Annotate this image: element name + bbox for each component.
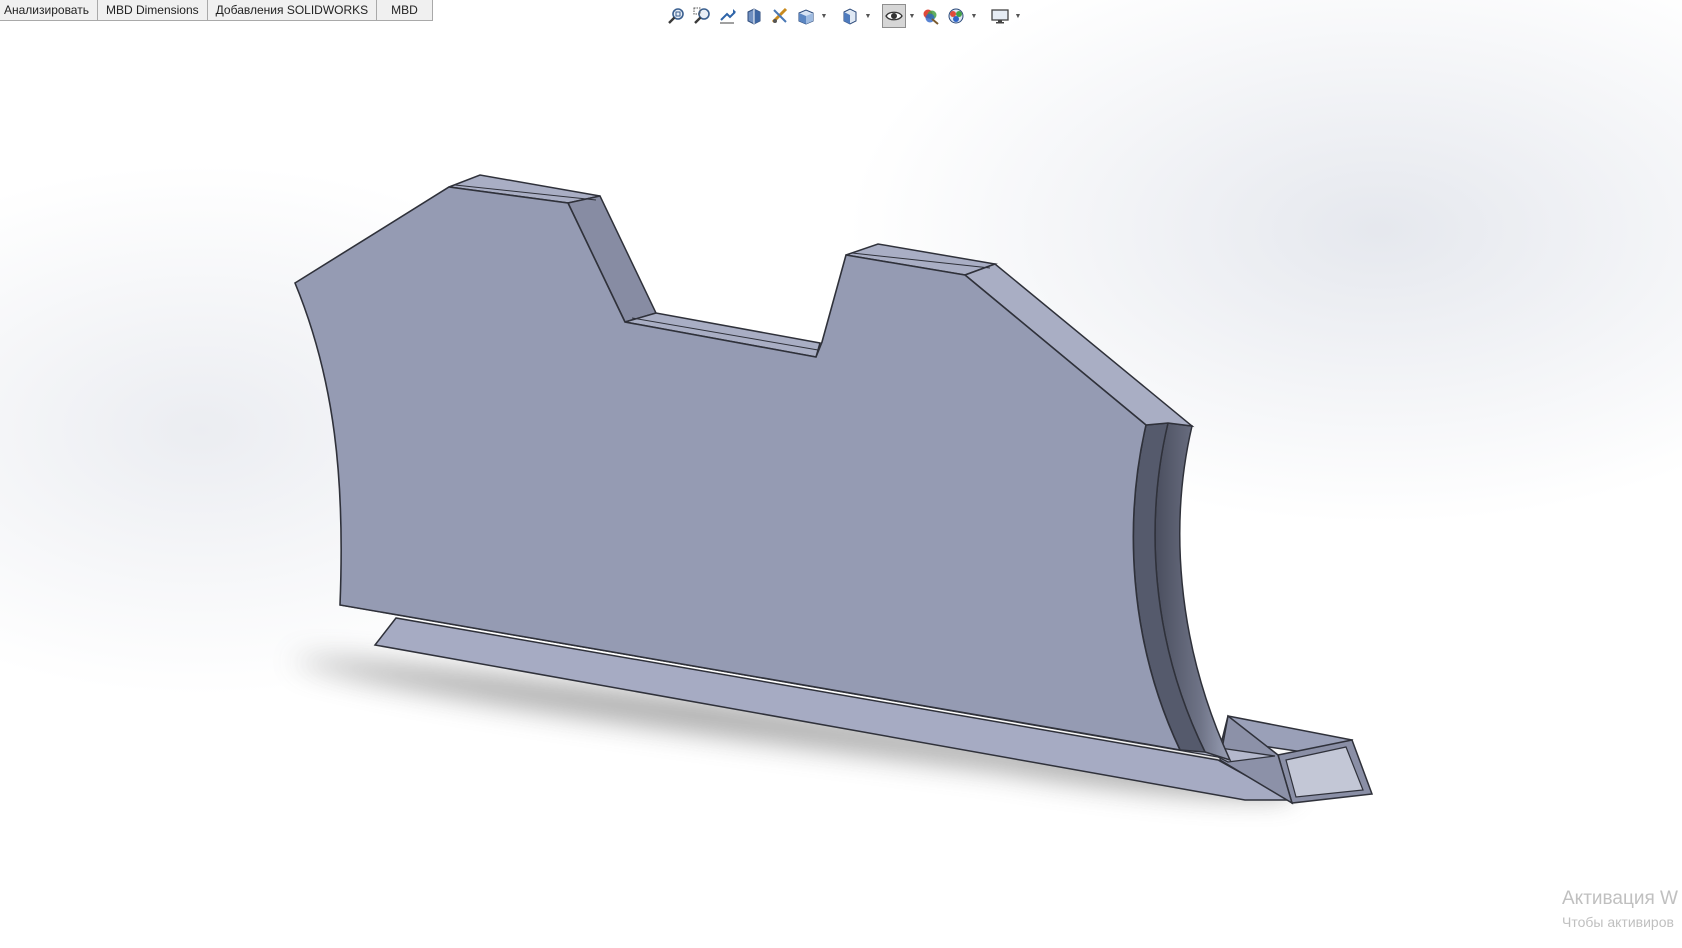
edit-appearance-button[interactable]: [918, 4, 942, 28]
tab-mbd[interactable]: MBD: [377, 0, 433, 20]
watermark-subtitle: Чтобы активиров: [1562, 914, 1674, 930]
tab-analyze[interactable]: Анализировать: [0, 0, 98, 20]
previous-view-button[interactable]: [716, 4, 740, 28]
view-orientation-dropdown[interactable]: ▼: [820, 4, 828, 28]
display-style-button[interactable]: [838, 4, 862, 28]
dynamic-annotation-views-icon: [771, 7, 788, 24]
tab-mbd-dimensions[interactable]: MBD Dimensions: [97, 0, 208, 20]
display-style-dropdown[interactable]: ▼: [864, 4, 872, 28]
hide-show-items-icon: [885, 11, 903, 21]
graphics-area[interactable]: Анализировать MBD Dimensions Добавления …: [0, 0, 1682, 948]
view-settings-dropdown[interactable]: ▼: [1014, 4, 1022, 28]
hide-show-items-dropdown[interactable]: ▼: [908, 4, 916, 28]
dynamic-annotation-views-button[interactable]: [768, 4, 792, 28]
heads-up-view-toolbar: ▼ ▼ ▼ ▼ ▼: [664, 3, 1022, 29]
view-settings-icon: [991, 9, 1009, 24]
apply-scene-button[interactable]: [944, 4, 968, 28]
command-manager-tabs: Анализировать MBD Dimensions Добавления …: [0, 0, 433, 21]
edit-appearance-icon: [923, 9, 939, 25]
hide-show-items-button[interactable]: [882, 4, 906, 28]
section-view-button[interactable]: [742, 4, 766, 28]
plate-face: [294, 186, 1182, 752]
section-view-icon: [747, 8, 761, 25]
windows-activation-watermark: Активация W Чтобы активиров: [1562, 888, 1682, 932]
apply-scene-icon: [948, 8, 964, 24]
view-orientation-button[interactable]: [794, 4, 818, 28]
zoom-to-fit-icon: [668, 8, 684, 24]
tab-solidworks-addins[interactable]: Добавления SOLIDWORKS: [207, 0, 378, 20]
apply-scene-dropdown[interactable]: ▼: [970, 4, 978, 28]
zoom-to-fit-button[interactable]: [664, 4, 688, 28]
zoom-to-area-icon: [693, 7, 710, 24]
view-orientation-icon: [798, 9, 814, 25]
part-model[interactable]: [0, 0, 1682, 948]
previous-view-icon: [720, 9, 736, 24]
display-style-icon: [843, 8, 857, 25]
zoom-to-area-button[interactable]: [690, 4, 714, 28]
view-settings-button[interactable]: [988, 4, 1012, 28]
watermark-title: Активация W: [1562, 888, 1678, 909]
